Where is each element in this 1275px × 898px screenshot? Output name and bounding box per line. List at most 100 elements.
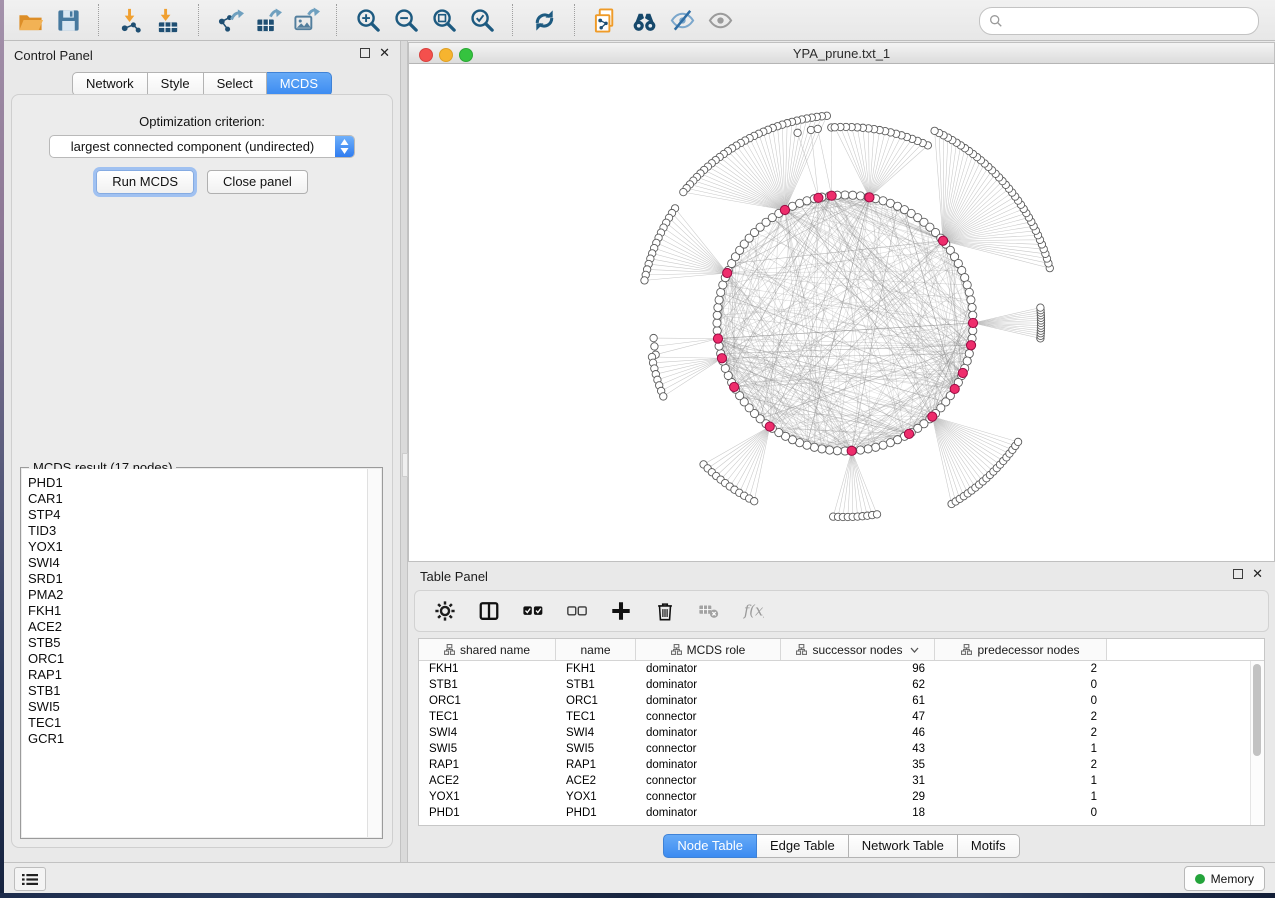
table-row[interactable]: YOX1YOX1connector291 (419, 789, 1264, 805)
mcds-result-item[interactable]: STP4 (22, 507, 367, 523)
close-table-panel-icon[interactable]: ✕ (1252, 569, 1263, 579)
graph-node[interactable] (856, 192, 864, 200)
mcds-result-item[interactable]: PMA2 (22, 587, 367, 603)
mcds-result-item[interactable]: TID3 (22, 523, 367, 539)
graph-node[interactable] (680, 188, 687, 195)
mcds-hub-node[interactable] (780, 205, 789, 214)
search-input[interactable] (1003, 11, 1258, 31)
export-table-icon[interactable] (249, 3, 287, 37)
graph-node[interactable] (651, 343, 658, 350)
table-row[interactable]: ACE2ACE2connector311 (419, 773, 1264, 789)
float-table-panel-icon[interactable] (1233, 569, 1243, 579)
panel-splitter[interactable] (400, 41, 408, 862)
table-row[interactable]: RAP1RAP1dominator352 (419, 757, 1264, 773)
tab-motifs[interactable]: Motifs (958, 834, 1020, 858)
graph-node[interactable] (794, 129, 801, 136)
table-scrollbar-thumb[interactable] (1253, 664, 1261, 756)
graph-node[interactable] (849, 191, 857, 199)
table-row[interactable]: STB1STB1dominator620 (419, 677, 1264, 693)
graph-node[interactable] (803, 197, 811, 205)
table-row[interactable]: ORC1ORC1dominator610 (419, 693, 1264, 709)
export-network-icon[interactable] (211, 3, 249, 37)
tab-node-table[interactable]: Node Table (663, 834, 757, 858)
mcds-result-item[interactable]: STB5 (22, 635, 367, 651)
graph-node[interactable] (715, 296, 723, 304)
graph-node[interactable] (660, 393, 667, 400)
mcds-hub-node[interactable] (814, 193, 823, 202)
mcds-result-item[interactable]: CAR1 (22, 491, 367, 507)
graph-node[interactable] (751, 498, 758, 505)
mcds-result-item[interactable]: YOX1 (22, 539, 367, 555)
graph-node[interactable] (968, 303, 976, 311)
tab-network-table[interactable]: Network Table (849, 834, 958, 858)
zoom-out-icon[interactable] (387, 3, 425, 37)
column-header-name[interactable]: name (556, 639, 636, 660)
mcds-hub-node[interactable] (938, 236, 947, 245)
graph-node[interactable] (818, 445, 826, 453)
split-panel-icon[interactable] (477, 599, 501, 623)
graph-node[interactable] (641, 277, 648, 284)
mcds-hub-node[interactable] (723, 268, 732, 277)
mcds-hub-node[interactable] (928, 412, 937, 421)
export-image-icon[interactable] (287, 3, 325, 37)
mcds-result-item[interactable]: FKH1 (22, 603, 367, 619)
graph-node[interactable] (879, 441, 887, 449)
mcds-list-scrollbar[interactable] (367, 469, 381, 837)
import-table-icon[interactable] (149, 3, 187, 37)
delete-row-icon[interactable] (653, 599, 677, 623)
table-row[interactable]: TEC1TEC1connector472 (419, 709, 1264, 725)
new-network-from-selection-icon[interactable] (587, 3, 625, 37)
tab-network[interactable]: Network (72, 72, 148, 96)
mcds-hub-node[interactable] (968, 318, 977, 327)
mcds-result-item[interactable]: STB1 (22, 683, 367, 699)
graph-node[interactable] (872, 443, 880, 451)
save-session-icon[interactable] (49, 3, 87, 37)
column-header-predecessor-nodes[interactable]: predecessor nodes (935, 639, 1107, 660)
column-header-successor-nodes[interactable]: successor nodes (781, 639, 935, 660)
mcds-hub-node[interactable] (847, 446, 856, 455)
hide-selected-icon[interactable] (663, 3, 701, 37)
memory-button[interactable]: Memory (1184, 866, 1265, 891)
column-header-MCDS-role[interactable]: MCDS role (636, 639, 781, 660)
select-all-icon[interactable] (521, 599, 545, 623)
table-settings-icon[interactable] (433, 599, 457, 623)
mcds-result-item[interactable]: SWI4 (22, 555, 367, 571)
refresh-layout-icon[interactable] (525, 3, 563, 37)
function-builder-icon[interactable]: f(x) (741, 599, 765, 623)
network-window-titlebar[interactable]: YPA_prune.txt_1 (409, 43, 1274, 64)
node-table[interactable]: shared namenameMCDS rolesuccessor nodesp… (418, 638, 1265, 826)
graph-node[interactable] (965, 350, 973, 358)
first-neighbors-icon[interactable] (625, 3, 663, 37)
graph-node[interactable] (864, 445, 872, 453)
mcds-hub-node[interactable] (865, 193, 874, 202)
close-panel-button[interactable]: Close panel (207, 170, 308, 194)
graph-node[interactable] (825, 446, 833, 454)
mcds-hub-node[interactable] (730, 382, 739, 391)
tab-select[interactable]: Select (204, 72, 267, 96)
graph-node[interactable] (1014, 438, 1021, 445)
mcds-result-item[interactable]: SWI5 (22, 699, 367, 715)
show-all-icon[interactable] (701, 3, 739, 37)
table-row[interactable]: SWI5SWI5connector431 (419, 741, 1264, 757)
close-panel-icon[interactable]: ✕ (379, 48, 390, 58)
open-session-icon[interactable] (11, 3, 49, 37)
table-row[interactable]: FKH1FKH1dominator962 (419, 661, 1264, 677)
optimization-criterion-select[interactable]: largest connected component (undirected) (49, 135, 355, 158)
graph-node[interactable] (717, 288, 725, 296)
tab-edge-table[interactable]: Edge Table (757, 834, 849, 858)
graph-node[interactable] (807, 126, 814, 133)
deselect-all-icon[interactable] (565, 599, 589, 623)
mcds-hub-node[interactable] (966, 341, 975, 350)
graph-node[interactable] (713, 319, 721, 327)
graph-node[interactable] (1037, 304, 1044, 311)
mcds-hub-node[interactable] (958, 368, 967, 377)
mcds-hub-node[interactable] (713, 334, 722, 343)
graph-node[interactable] (967, 296, 975, 304)
graph-node[interactable] (931, 127, 938, 134)
graph-node[interactable] (833, 447, 841, 455)
graph-node[interactable] (963, 281, 971, 289)
graph-node[interactable] (810, 443, 818, 451)
zoom-fit-icon[interactable] (425, 3, 463, 37)
zoom-selected-icon[interactable] (463, 3, 501, 37)
zoom-in-icon[interactable] (349, 3, 387, 37)
